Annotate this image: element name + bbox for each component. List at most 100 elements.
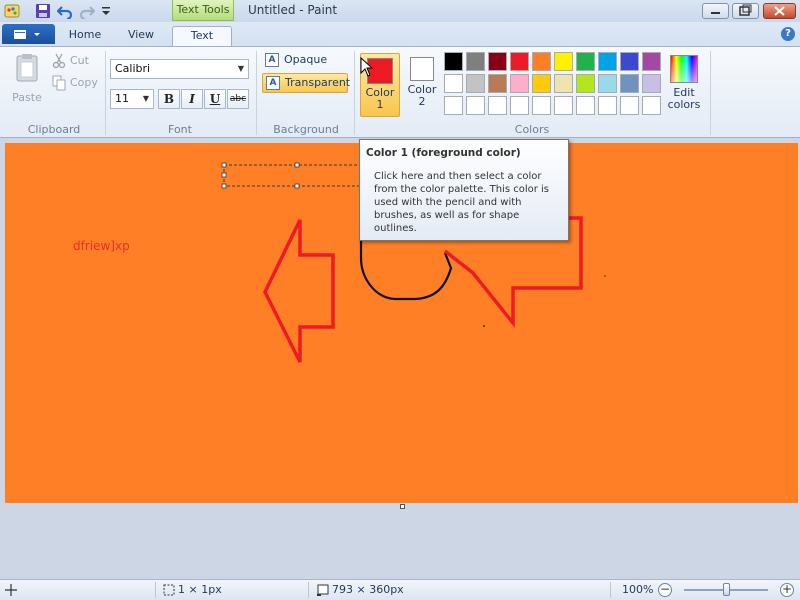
- canvas-resize-handle[interactable]: [400, 504, 405, 509]
- palette-swatch[interactable]: [576, 74, 595, 93]
- palette-swatch[interactable]: [444, 74, 463, 93]
- palette-empty-slot[interactable]: [488, 96, 507, 115]
- status-bar: 1 × 1px 793 × 360px 100% − +: [0, 579, 800, 600]
- background-group-label: Background: [273, 123, 339, 136]
- cut-button[interactable]: Cut: [52, 53, 102, 71]
- palette-swatch[interactable]: [620, 74, 639, 93]
- transparent-icon: A: [266, 76, 280, 90]
- palette-empty-slot[interactable]: [510, 96, 529, 115]
- crosshair-icon: [4, 583, 18, 600]
- text-box-handle: [221, 183, 227, 189]
- italic-label: I: [189, 92, 195, 106]
- palette-empty-slot[interactable]: [598, 96, 617, 115]
- palette-swatch[interactable]: [554, 74, 573, 93]
- palette-empty-slot[interactable]: [532, 96, 551, 115]
- underline-button[interactable]: U: [204, 89, 226, 109]
- window-title: Untitled - Paint: [248, 3, 338, 17]
- colors-group-label: Colors: [514, 123, 550, 136]
- palette-swatch[interactable]: [642, 74, 661, 93]
- palette-empty-slot[interactable]: [554, 96, 573, 115]
- text-box-handle: [221, 172, 227, 178]
- palette-empty-slot[interactable]: [642, 96, 661, 115]
- edit-colors-label-2: colors: [667, 98, 701, 111]
- paste-label: Paste: [12, 91, 42, 104]
- palette-swatch[interactable]: [532, 74, 551, 93]
- tab-view[interactable]: View: [118, 26, 164, 46]
- opaque-option[interactable]: A Opaque: [262, 51, 348, 71]
- italic-button[interactable]: I: [181, 89, 203, 109]
- paste-icon: [14, 53, 40, 83]
- palette-swatch[interactable]: [532, 52, 551, 71]
- font-size-select[interactable]: 11 ▼: [110, 89, 154, 109]
- tab-text[interactable]: Text: [172, 26, 232, 46]
- palette-swatch[interactable]: [510, 74, 529, 93]
- palette-empty-slot[interactable]: [576, 96, 595, 115]
- palette-swatch[interactable]: [576, 52, 595, 71]
- canvas-size-icon: [316, 583, 330, 600]
- palette-swatch[interactable]: [510, 52, 529, 71]
- color-spectrum-icon: [670, 55, 698, 83]
- customize-qat-icon[interactable]: [100, 3, 116, 19]
- bold-label: B: [163, 92, 175, 106]
- text-box-handle: [294, 162, 300, 168]
- save-icon[interactable]: [35, 3, 51, 19]
- close-button[interactable]: [763, 3, 796, 19]
- zoom-slider-thumb[interactable]: [723, 583, 730, 596]
- canvas-speck: [604, 275, 606, 277]
- palette-swatch[interactable]: [466, 52, 485, 71]
- selection-icon: [162, 583, 176, 600]
- palette-swatch[interactable]: [642, 52, 661, 71]
- paint-menu-button[interactable]: [2, 24, 55, 44]
- text-box-handle: [221, 162, 227, 168]
- color1-number: 1: [376, 98, 384, 111]
- group-separator: [256, 51, 257, 135]
- help-icon[interactable]: ?: [781, 27, 795, 41]
- group-separator: [105, 51, 106, 135]
- tooltip-title: Color 1 (foreground color): [366, 147, 521, 159]
- copy-button[interactable]: Copy: [52, 75, 102, 93]
- palette-swatch[interactable]: [554, 52, 573, 71]
- edit-colors-button[interactable]: Edit colors: [664, 53, 704, 117]
- canvas-text: dfriew]xp: [73, 239, 130, 253]
- palette-empty-slot[interactable]: [444, 96, 463, 115]
- tooltip-body: Click here and then select a color from …: [374, 171, 550, 234]
- undo-icon[interactable]: [56, 3, 73, 21]
- text-box-selection: [223, 164, 365, 187]
- palette-empty-slot[interactable]: [620, 96, 639, 115]
- zoom-out-icon[interactable]: −: [658, 583, 672, 597]
- minimize-button[interactable]: [702, 3, 729, 19]
- left-arrow-shape: [263, 219, 335, 363]
- tab-home[interactable]: Home: [62, 26, 108, 46]
- status-separator: [610, 582, 611, 598]
- strikethrough-label: abc: [229, 94, 247, 104]
- mouse-cursor: [360, 56, 374, 80]
- paint-app-icon[interactable]: [4, 3, 20, 19]
- color2-button[interactable]: Color 2: [402, 53, 442, 117]
- group-separator: [710, 51, 711, 135]
- palette-swatch[interactable]: [598, 74, 617, 93]
- font-family-select[interactable]: Calibri ▼: [110, 59, 249, 79]
- palette-swatch[interactable]: [444, 52, 463, 71]
- palette-swatch[interactable]: [466, 74, 485, 93]
- strikethrough-button[interactable]: abc: [227, 89, 249, 109]
- status-separator: [308, 582, 309, 598]
- ribbon-tab-row: Home View Text ?: [0, 22, 800, 46]
- bold-button[interactable]: B: [158, 89, 180, 109]
- selection-size: 1 × 1px: [178, 583, 222, 596]
- opaque-label: Opaque: [284, 53, 328, 66]
- palette-swatch[interactable]: [620, 52, 639, 71]
- palette-swatch[interactable]: [488, 74, 507, 93]
- palette-swatch[interactable]: [488, 52, 507, 71]
- paste-button[interactable]: Paste: [8, 53, 46, 109]
- redo-icon[interactable]: [79, 3, 96, 21]
- text-box-handle: [294, 183, 300, 189]
- palette-empty-slot[interactable]: [466, 96, 485, 115]
- chevron-down-icon: ▼: [237, 64, 244, 73]
- maximize-button[interactable]: [732, 3, 759, 19]
- transparent-option[interactable]: A Transparent: [262, 73, 350, 93]
- zoom-in-icon[interactable]: +: [780, 583, 794, 597]
- font-family-value: Calibri: [115, 62, 151, 75]
- underline-label: U: [209, 92, 221, 106]
- palette-swatch[interactable]: [598, 52, 617, 71]
- copy-icon: [52, 75, 66, 94]
